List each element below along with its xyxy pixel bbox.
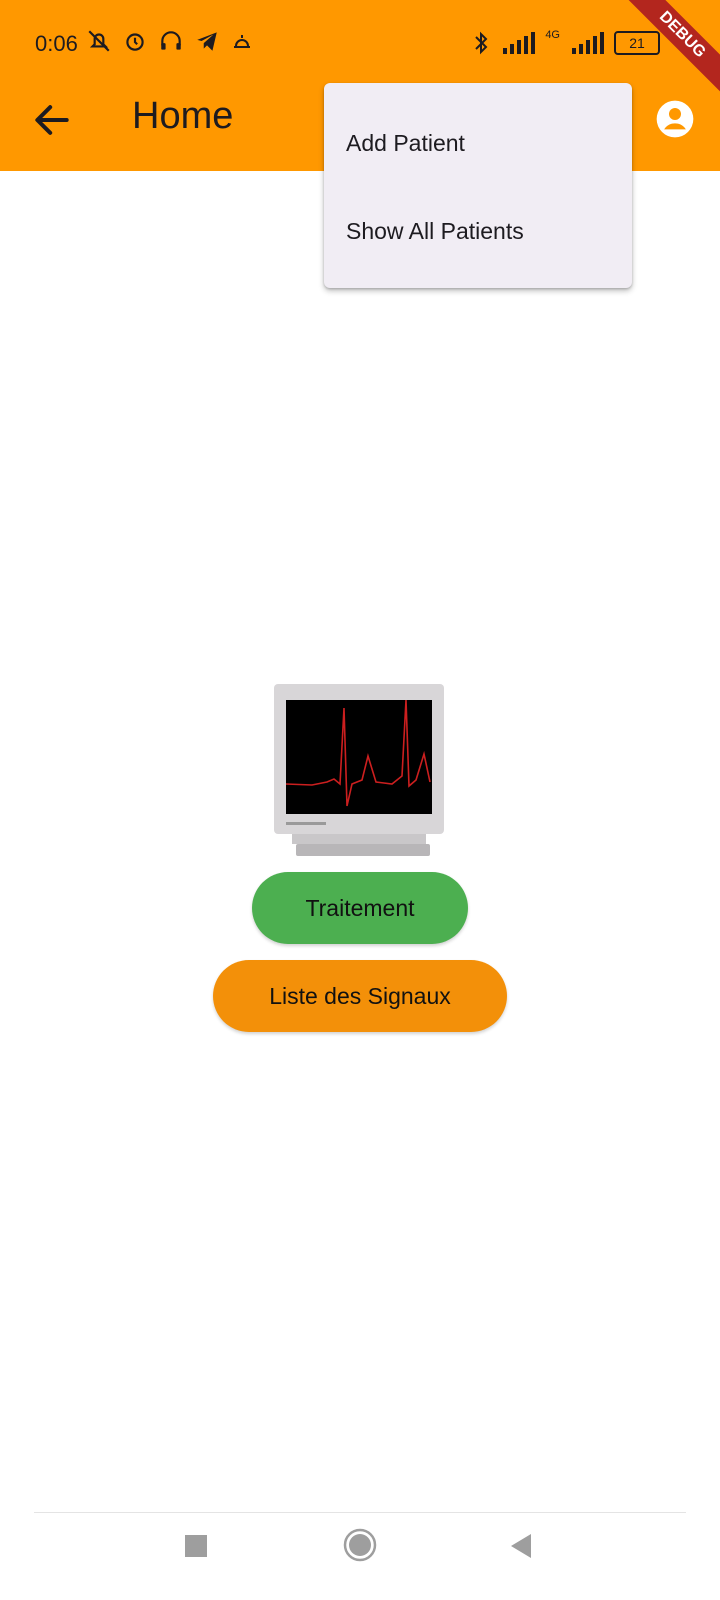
bluetooth-icon (475, 31, 488, 55)
battery-icon: 21 (614, 31, 660, 55)
battery-level: 21 (629, 35, 645, 51)
headphones-icon (161, 31, 181, 50)
service-bell-icon (234, 35, 250, 48)
square-icon[interactable] (184, 1534, 208, 1558)
mute-bell-icon (88, 30, 110, 52)
menu-item-add-patient[interactable]: Add Patient (324, 99, 632, 187)
signal-4g-icon (572, 32, 604, 54)
page-title: Home (132, 95, 234, 137)
account-circle-icon[interactable] (655, 99, 695, 139)
status-left-icons (86, 28, 254, 54)
signal-icon (503, 32, 536, 54)
telegram-icon (197, 32, 217, 51)
ecg-monitor-image (274, 684, 444, 856)
status-right-icons: 4G 21 (471, 29, 660, 56)
menu-item-show-all-patients[interactable]: Show All Patients (324, 187, 632, 275)
liste-signaux-button[interactable]: Liste des Signaux (213, 960, 507, 1032)
circle-icon[interactable] (343, 1528, 377, 1562)
status-bar: 0:06 4G 21 DEBUG (0, 0, 720, 101)
alarm-icon (126, 33, 144, 51)
popup-menu: Add Patient Show All Patients (324, 83, 632, 288)
system-nav-bar (0, 1510, 720, 1600)
triangle-back-icon[interactable] (509, 1532, 533, 1560)
network-type: 4G (545, 29, 560, 41)
arrow-back-icon[interactable] (30, 98, 74, 142)
status-time: 0:06 (35, 31, 78, 56)
traitement-button[interactable]: Traitement (252, 872, 468, 944)
